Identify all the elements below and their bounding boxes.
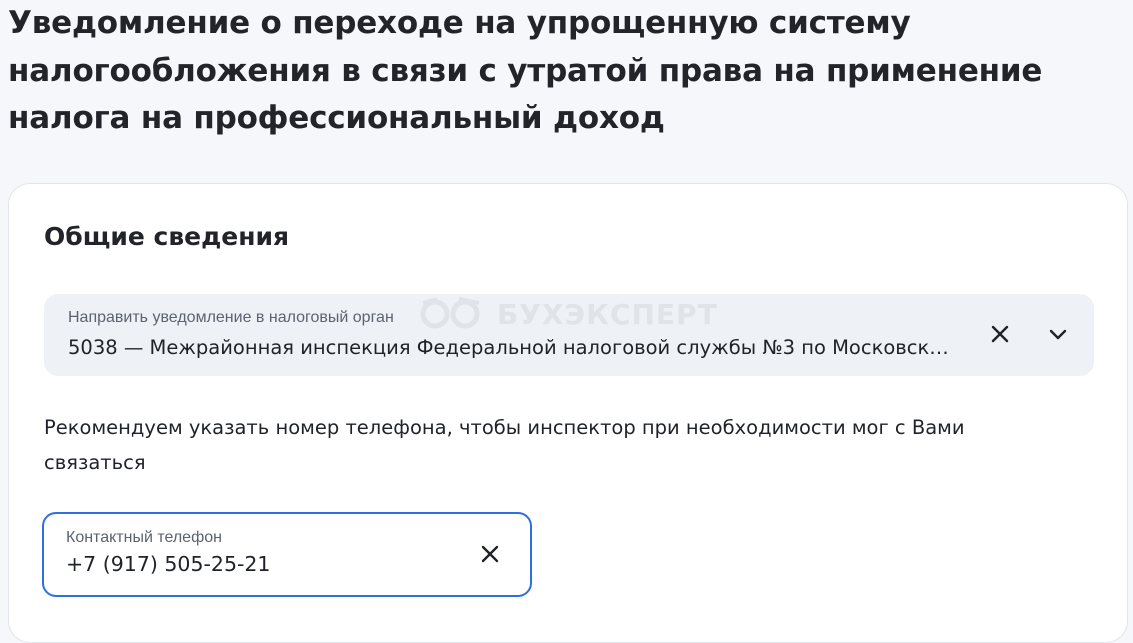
tax-office-select[interactable]: Направить уведомление в налоговый орган …: [44, 294, 1094, 376]
close-icon[interactable]: [476, 540, 504, 568]
page-title: Уведомление о переходе на упрощенную сис…: [8, 5, 1043, 136]
phone-label: Контактный телефон: [66, 529, 222, 546]
section-title: Общие сведения: [44, 222, 290, 251]
phone-input[interactable]: [66, 552, 446, 576]
phone-hint: Рекомендуем указать номер телефона, чтоб…: [44, 416, 965, 474]
phone-field[interactable]: Контактный телефон: [42, 512, 532, 597]
close-icon[interactable]: [986, 320, 1014, 348]
tax-office-label: Направить уведомление в налоговый орган: [68, 309, 394, 326]
chevron-down-icon[interactable]: [1044, 320, 1072, 348]
general-info-card: Общие сведения Направить уведомление в н…: [8, 183, 1128, 643]
tax-office-value[interactable]: 5038 — Межрайонная инспекция Федеральной…: [68, 336, 958, 359]
